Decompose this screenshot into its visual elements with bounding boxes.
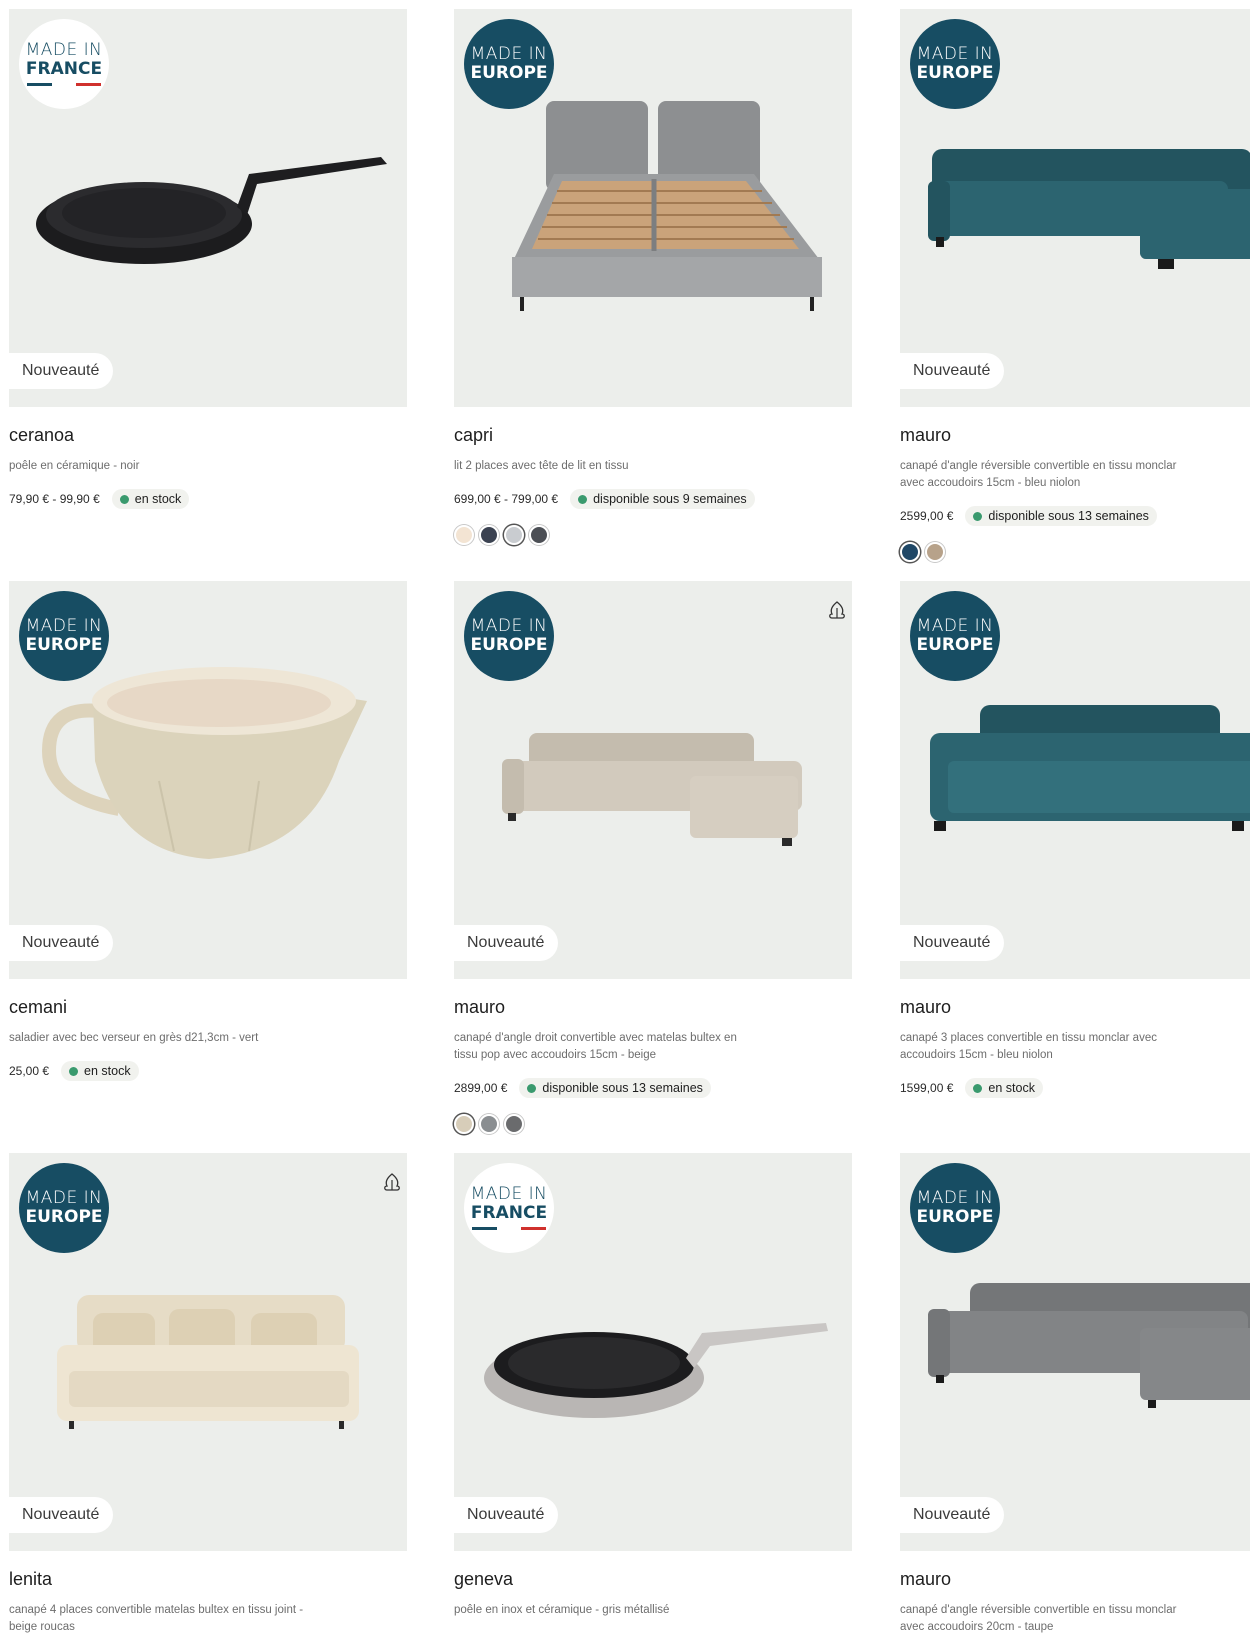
color-swatches (900, 542, 1250, 562)
stock-label: disponible sous 13 semaines (542, 1081, 703, 1095)
stock-label: disponible sous 13 semaines (988, 509, 1149, 523)
price-row: 79,90 € - 99,90 € en stock (9, 489, 407, 509)
fsc-logo-icon (384, 1173, 400, 1191)
price-row: 2599,00 € disponible sous 13 semaines (900, 506, 1250, 526)
new-badge: Nouveauté (9, 353, 114, 389)
color-swatch[interactable] (454, 525, 474, 545)
price-row: 25,00 € en stock (9, 1061, 407, 1081)
stock-badge: disponible sous 13 semaines (519, 1078, 711, 1098)
new-badge: Nouveauté (900, 1497, 1005, 1533)
stock-badge: disponible sous 9 semaines (570, 489, 755, 509)
product-description: canapé d'angle réversible convertible en… (900, 1604, 1177, 1633)
new-badge: Nouveauté (900, 925, 1005, 961)
product-title[interactable]: geneva (454, 1569, 852, 1593)
made-in-france-badge: MADE IN FRANCE (464, 1163, 554, 1253)
availability-dot-icon (527, 1083, 537, 1093)
made-in-europe-badge: MADE IN EUROPE (910, 19, 1000, 109)
product-card[interactable]: MADE IN EUROPE Nouveauté cemani saladier… (9, 581, 407, 1081)
color-swatch[interactable] (504, 1114, 524, 1134)
product-description: poêle en céramique - noir (9, 460, 140, 472)
product-image[interactable]: MADE IN EUROPE Nouveauté (900, 9, 1250, 407)
color-swatch[interactable] (529, 525, 549, 545)
stock-badge: disponible sous 13 semaines (965, 506, 1157, 526)
product-description: canapé d'angle droit convertible avec ma… (454, 1032, 737, 1061)
product-price: 1599,00 € (900, 1081, 954, 1095)
product-card[interactable]: MADE IN FRANCE Nouveauté geneva poêle en… (454, 1153, 852, 1619)
product-price: 699,00 € - 799,00 € (454, 492, 559, 506)
color-swatches (454, 525, 852, 545)
french-flag-icon (27, 83, 102, 86)
fsc-logo-icon (829, 601, 845, 619)
product-title[interactable]: mauro (900, 1569, 1250, 1593)
availability-dot-icon (69, 1066, 79, 1076)
product-card[interactable]: MADE IN FRANCE Nouveauté ceranoa poêle e… (9, 9, 407, 509)
stock-label: en stock (134, 492, 182, 506)
availability-dot-icon (973, 511, 983, 521)
product-image[interactable]: MADE IN EUROPE Nouveauté (454, 581, 852, 979)
color-swatch[interactable] (504, 525, 524, 545)
product-title[interactable]: mauro (454, 997, 852, 1021)
product-image[interactable]: MADE IN EUROPE (454, 9, 852, 407)
color-swatch[interactable] (900, 542, 920, 562)
new-badge: Nouveauté (9, 925, 114, 961)
product-title[interactable]: capri (454, 425, 852, 449)
product-description: canapé d'angle réversible convertible en… (900, 460, 1177, 489)
product-image[interactable]: MADE IN EUROPE Nouveauté (9, 581, 407, 979)
made-in-france-badge: MADE IN FRANCE (19, 19, 109, 109)
new-badge: Nouveauté (454, 1497, 559, 1533)
price-row: 699,00 € - 799,00 € disponible sous 9 se… (454, 489, 852, 509)
product-price: 25,00 € (9, 1064, 50, 1078)
stock-badge: en stock (61, 1061, 139, 1081)
product-card[interactable]: MADE IN EUROPE Nouveauté mauro canapé 3 … (900, 581, 1250, 1098)
color-swatches (454, 1114, 852, 1134)
product-image[interactable]: MADE IN FRANCE Nouveauté (454, 1153, 852, 1551)
stock-badge: en stock (111, 489, 190, 509)
product-card[interactable]: MADE IN EUROPE Nouveauté lenita canapé 4… (9, 1153, 407, 1636)
new-badge: Nouveauté (9, 1497, 114, 1533)
color-swatch[interactable] (479, 525, 499, 545)
new-badge: Nouveauté (900, 353, 1005, 389)
stock-badge: en stock (965, 1078, 1043, 1098)
availability-dot-icon (119, 494, 129, 504)
product-image[interactable]: MADE IN EUROPE Nouveauté (900, 581, 1250, 979)
made-in-europe-badge: MADE IN EUROPE (910, 1163, 1000, 1253)
product-description: lit 2 places avec tête de lit en tissu (454, 460, 629, 472)
product-card[interactable]: MADE IN EUROPE Nouveauté mauro canapé d'… (454, 581, 852, 1134)
color-swatch[interactable] (479, 1114, 499, 1134)
product-price: 79,90 € - 99,90 € (9, 492, 100, 506)
product-title[interactable]: lenita (9, 1569, 407, 1593)
color-swatch[interactable] (925, 542, 945, 562)
product-title[interactable]: mauro (900, 997, 1250, 1021)
product-image[interactable]: MADE IN EUROPE Nouveauté (9, 1153, 407, 1551)
stock-label: en stock (84, 1064, 131, 1078)
price-row: 2899,00 € disponible sous 13 semaines (454, 1078, 852, 1098)
product-description: poêle en inox et céramique - gris métall… (454, 1604, 670, 1616)
product-card[interactable]: MADE IN EUROPE Nouveauté mauro canapé d'… (900, 1153, 1250, 1636)
product-image[interactable]: MADE IN EUROPE Nouveauté (900, 1153, 1250, 1551)
product-title[interactable]: mauro (900, 425, 1250, 449)
product-price: 2599,00 € (900, 509, 954, 523)
product-card[interactable]: MADE IN EUROPE capri lit 2 places avec t… (454, 9, 852, 545)
product-title[interactable]: cemani (9, 997, 407, 1021)
availability-dot-icon (578, 494, 588, 504)
availability-dot-icon (973, 1083, 983, 1093)
product-description: canapé 4 places convertible matelas bult… (9, 1604, 304, 1633)
made-in-europe-badge: MADE IN EUROPE (19, 1163, 109, 1253)
product-title[interactable]: ceranoa (9, 425, 407, 449)
product-description: saladier avec bec verseur en grès d21,3c… (9, 1032, 259, 1044)
product-description: canapé 3 places convertible en tissu mon… (900, 1032, 1157, 1061)
product-price: 2899,00 € (454, 1081, 508, 1095)
new-badge: Nouveauté (454, 925, 559, 961)
made-in-europe-badge: MADE IN EUROPE (19, 591, 109, 681)
french-flag-icon (472, 1227, 547, 1230)
stock-label: en stock (988, 1081, 1035, 1095)
made-in-europe-badge: MADE IN EUROPE (464, 591, 554, 681)
product-card[interactable]: MADE IN EUROPE Nouveauté mauro canapé d'… (900, 9, 1250, 562)
made-in-europe-badge: MADE IN EUROPE (910, 591, 1000, 681)
stock-label: disponible sous 9 semaines (593, 492, 747, 506)
made-in-europe-badge: MADE IN EUROPE (464, 19, 554, 109)
price-row: 1599,00 € en stock (900, 1078, 1250, 1098)
product-image[interactable]: MADE IN FRANCE Nouveauté (9, 9, 407, 407)
color-swatch[interactable] (454, 1114, 474, 1134)
